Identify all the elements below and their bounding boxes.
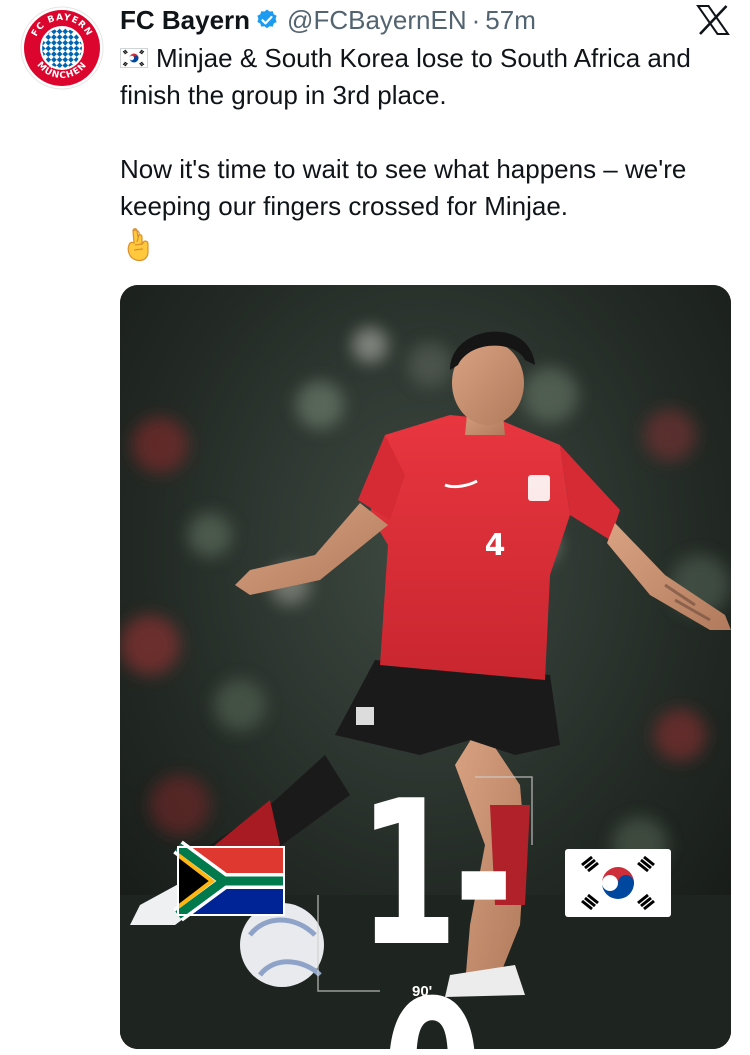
crossed-fingers-emoji (127, 228, 149, 262)
tweet-header: FC Bayern @FCBayernEN · 57m (120, 2, 536, 38)
tweet-line-1: Minjae & South Korea lose to South Afric… (120, 43, 691, 110)
tweet-paragraph-2: Now it's time to wait to see what happen… (120, 151, 738, 225)
south-korea-flag-icon (120, 48, 148, 68)
tweet-timestamp[interactable]: 57m (485, 5, 536, 36)
separator-dot: · (471, 4, 481, 35)
author-display-name[interactable]: FC Bayern (120, 5, 250, 36)
x-logo-icon[interactable] (696, 5, 730, 35)
verified-badge-icon (257, 9, 277, 29)
tweet-text: Minjae & South Korea lose to South Afric… (120, 40, 738, 263)
author-handle[interactable]: @FCBayernEN (287, 5, 467, 36)
tweet-line-2: Now it's time to wait to see what happen… (120, 154, 687, 221)
fc-bayern-crest-icon[interactable]: FC BAYERN MÜNCHEN (20, 6, 104, 90)
tweet-media-image[interactable]: 4 1-0 (120, 285, 731, 1049)
tweet-paragraph-1: Minjae & South Korea lose to South Afric… (120, 40, 738, 114)
south-korea-flag-icon (565, 849, 671, 917)
shirt-number: 4 (485, 528, 506, 563)
match-score: 1-0 (358, 758, 514, 1050)
match-minute: 90' (412, 983, 433, 1000)
south-africa-flag-icon (173, 840, 285, 922)
